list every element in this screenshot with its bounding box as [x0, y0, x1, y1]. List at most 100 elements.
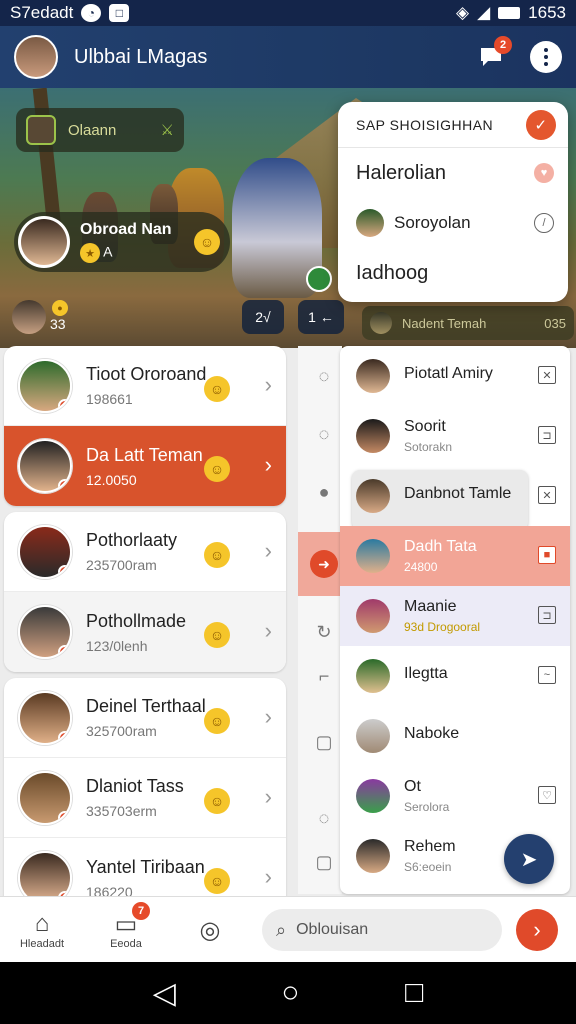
player-avatar — [18, 216, 70, 268]
chevron-right-icon: › — [264, 704, 272, 729]
row-action-icon[interactable]: ⊐ — [538, 426, 556, 444]
list-item[interactable]: Dlaniot Tass 335703erm ☺ › — [4, 758, 286, 838]
coin-icon: ● — [52, 300, 68, 316]
chevron-right-icon: › — [264, 864, 272, 889]
emoji-row: ☺ — [204, 456, 230, 482]
list-item[interactable]: Da Latt Teman 12.0050 ☺ › — [4, 426, 286, 506]
row-action-icon[interactable]: ✕ — [538, 486, 556, 504]
status-dot-icon — [58, 645, 70, 657]
contact-item[interactable]: Naboke — [340, 706, 570, 766]
search-input[interactable] — [296, 921, 467, 939]
menu-item[interactable]: Soroyolan / — [338, 198, 568, 248]
mini-avatar[interactable] — [12, 300, 46, 334]
profile-avatar[interactable] — [14, 35, 58, 79]
list-item[interactable]: Pothollmade 123/0lenh ☺ › — [4, 592, 286, 672]
green-badge-icon — [306, 266, 332, 292]
contact-item[interactable]: Soorit Sotorakn ⊐ — [340, 406, 570, 466]
contact-item[interactable]: Danbnot Tamle ✕ — [340, 466, 570, 530]
back-icon[interactable]: ◁ — [153, 976, 176, 1011]
list-item[interactable]: Tioot Ororoand 198661 ☺ › — [4, 346, 286, 426]
contact-meta: 198661 — [86, 391, 133, 407]
contact-name: Rehem — [404, 838, 456, 855]
list-card: Tioot Ororoand 198661 ☺ › Da Latt Teman 12.0… — [4, 346, 286, 506]
list-item[interactable]: Deinel Terthaal 325700ram ☺ › — [4, 678, 286, 758]
hero-pill[interactable]: Nadent Temah 035 — [362, 306, 574, 340]
list-item[interactable]: Pothorlaaty 235700ram ☺ › — [4, 512, 286, 592]
comment-icon[interactable]: ◌ — [312, 422, 336, 446]
contact-meta: 123/0lenh — [86, 637, 148, 654]
chat-icon[interactable]: ◌ — [312, 364, 336, 388]
tab-chats-label: Eeoda — [110, 937, 142, 950]
bracket-icon[interactable]: ⌐ — [312, 664, 336, 688]
player-name: Obroad Nan — [80, 221, 172, 238]
tab-chats[interactable]: ▭ 7 Eeoda — [84, 901, 168, 950]
home-circle-icon[interactable]: ○ — [281, 976, 299, 1010]
menu-item-label: Halerolian — [356, 161, 447, 184]
contact-name: Ot — [404, 778, 421, 795]
contact-meta: 335703erm — [86, 803, 157, 819]
contact-meta: S6:eoein — [404, 860, 452, 874]
notification-badge: 2 — [494, 36, 512, 54]
pill-avatar — [370, 312, 392, 334]
game-chip[interactable]: Olaann ⚔ — [16, 108, 184, 152]
smile-emoji-icon: ☺ — [204, 456, 230, 482]
arrow-right-icon: ➜ — [310, 550, 338, 578]
contact-item[interactable]: Ilegtta ~ — [340, 646, 570, 706]
contact-name: Deinel Terthaal — [86, 696, 206, 716]
more-options-button[interactable] — [530, 41, 562, 73]
player-sub: A — [103, 243, 113, 260]
smile-emoji-icon: ☺ — [204, 376, 230, 402]
wifi-icon: ◈ — [456, 3, 470, 22]
comment-icon[interactable]: ◌ — [312, 806, 336, 830]
contact-avatar — [356, 359, 390, 393]
contact-avatar — [356, 659, 390, 693]
contact-item[interactable]: Dadh Tata 24800 ■ — [340, 526, 570, 586]
contact-item[interactable]: Piotatl Amiry ✕ — [340, 346, 570, 406]
emoji-row: ☺ — [204, 788, 230, 814]
row-action-icon[interactable]: ~ — [538, 666, 556, 684]
contact-avatar — [356, 599, 390, 633]
contact-name: Danbnot Tamle — [404, 485, 512, 502]
tab-discover[interactable]: ◎ — [168, 916, 252, 944]
contact-name: Maanie — [404, 598, 457, 615]
contact-name: Naboke — [404, 725, 460, 742]
search-bar[interactable]: ⌕ — [262, 909, 502, 951]
chip-label: Olaann — [68, 121, 117, 139]
pill-text: Nadent Temah — [402, 315, 487, 331]
menu-item[interactable]: Iadhoog — [338, 248, 568, 298]
tab-home-label: Hleadadt — [19, 937, 65, 950]
refresh-icon[interactable]: ↻ — [312, 620, 336, 644]
box-icon[interactable]: ▢ — [312, 850, 336, 874]
menu-item-label: Iadhoog — [356, 261, 429, 284]
chevron-right-icon: › — [264, 538, 272, 563]
send-button[interactable]: › — [516, 909, 558, 951]
tab-home[interactable]: ⌂ Hleadadt — [0, 910, 84, 950]
dot-icon — [544, 62, 548, 66]
menu-action-button[interactable]: ✓ — [526, 109, 556, 140]
contact-name: Soorit — [404, 418, 446, 435]
row-action-icon[interactable]: ■ — [538, 546, 556, 564]
send-fab-button[interactable]: ➤ — [504, 834, 554, 884]
contact-item[interactable]: Maanie 93d Drogooral ⊐ — [340, 586, 570, 646]
row-action-icon[interactable]: ⊐ — [538, 606, 556, 624]
forward-button[interactable]: ➜ — [298, 532, 342, 596]
avatar-thumb-icon[interactable]: ● — [312, 480, 336, 504]
smile-emoji-icon: ☺ — [204, 788, 230, 814]
row-action-icon[interactable]: ✕ — [538, 366, 556, 384]
notifications-button[interactable]: 2 — [474, 36, 512, 74]
control-button-b[interactable]: 1 ← — [298, 300, 344, 334]
contact-avatar — [356, 539, 390, 573]
recents-icon[interactable]: □ — [405, 976, 423, 1010]
contact-meta: 235700ram — [86, 557, 157, 573]
contact-item[interactable]: Ot Serolora ♡ — [340, 766, 570, 826]
player-card[interactable]: Obroad Nan ★ A ☺ — [14, 212, 230, 272]
menu-item[interactable]: Halerolian ♥ — [338, 148, 568, 198]
control-button-a[interactable]: 2√ — [242, 300, 284, 334]
chevron-right-icon: › — [264, 372, 272, 397]
contact-name: Tioot Ororoand — [86, 364, 207, 384]
row-action-icon[interactable]: ♡ — [538, 786, 556, 804]
box-icon[interactable]: ▢ — [312, 730, 336, 754]
contact-avatar — [356, 779, 390, 813]
app-notification-icon: □ — [109, 4, 130, 22]
chats-badge: 7 — [132, 901, 150, 920]
